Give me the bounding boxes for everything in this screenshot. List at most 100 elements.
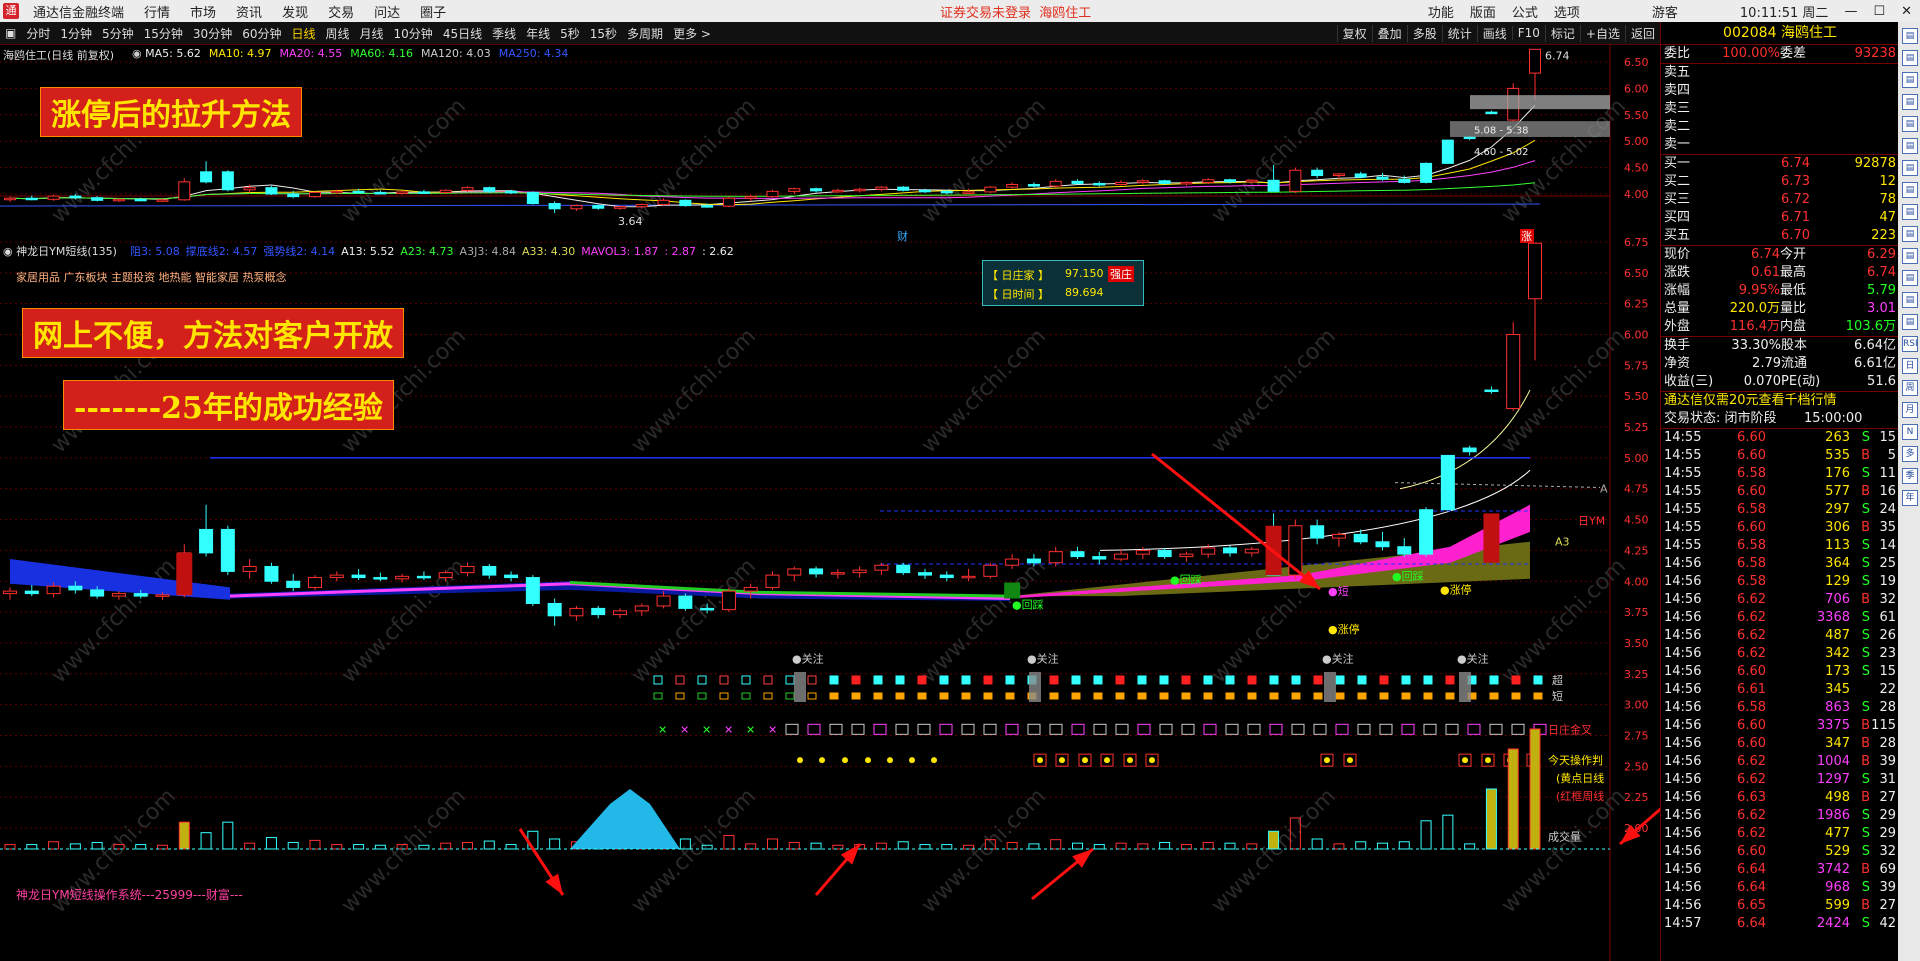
sidebar-tool-icon[interactable]: ▤ <box>1902 248 1918 264</box>
menu-item-jiaoyi[interactable]: 交易 <box>318 2 364 21</box>
period-tab[interactable]: 更多 > <box>668 25 716 42</box>
sidebar-tool-icon[interactable]: ▤ <box>1902 270 1918 286</box>
main-y-tick: 6.00 <box>1624 82 1649 95</box>
tool-button[interactable]: 画线 <box>1476 24 1512 42</box>
sidebar-tool-icon[interactable]: ▤ <box>1902 226 1918 242</box>
tick-side: S <box>1861 574 1870 589</box>
minimize-icon[interactable]: — <box>1836 4 1865 19</box>
ind-candle-body <box>90 589 105 597</box>
period-tab[interactable]: 年线 <box>521 25 555 42</box>
tool-button[interactable]: 标记 <box>1544 24 1580 42</box>
tool-button[interactable]: 统计 <box>1441 24 1477 42</box>
period-tab[interactable]: 1分钟 <box>55 25 97 42</box>
ind-candle-body <box>896 564 911 574</box>
sidebar-tool-icon[interactable]: ▤ <box>1902 94 1918 110</box>
menu-item-gongneng[interactable]: 功能 <box>1420 2 1462 21</box>
period-tab[interactable]: 45日线 <box>438 25 487 42</box>
tick-row: 14:56 6.62 1986 S 29 <box>1661 807 1899 825</box>
sidebar-tool-icon[interactable]: ▤ <box>1902 138 1918 154</box>
menu-item-xuanxiang[interactable]: 选项 <box>1546 2 1588 21</box>
signal-square-row2 <box>1115 692 1125 700</box>
sidebar-period-button[interactable]: 周 <box>1902 380 1918 396</box>
signal-box-row3 <box>1225 723 1239 735</box>
webi-row: 委比 100.00% 委差 93238 <box>1661 45 1899 63</box>
volume-bar <box>26 844 38 850</box>
sidebar-tool-icon[interactable]: ▤ <box>1902 160 1918 176</box>
tool-button[interactable]: +自选 <box>1579 24 1625 42</box>
sidebar-period-button[interactable]: 多 <box>1902 446 1918 462</box>
period-tab[interactable]: 分时 <box>21 25 55 42</box>
period-tab[interactable]: 30分钟 <box>188 25 237 42</box>
menu-item-shichang[interactable]: 市场 <box>180 2 226 21</box>
stat-value2: 6.61亿 <box>1854 356 1896 371</box>
login-notice[interactable]: 证券交易未登录 海鸥住工 <box>940 2 1091 21</box>
tool-button[interactable]: 多股 <box>1406 24 1442 42</box>
menu-item-banmian[interactable]: 版面 <box>1462 2 1504 21</box>
user-label[interactable]: 游客 <box>1644 2 1686 21</box>
tick-price: 6.62 <box>1737 628 1766 643</box>
menu-item-quanzi[interactable]: 圈子 <box>410 2 456 21</box>
toolbar-menu-icon[interactable]: ▣ <box>0 26 21 40</box>
sidebar-tool-icon[interactable]: ▤ <box>1902 28 1918 44</box>
tick-count: 32 <box>1879 844 1896 859</box>
ad-banner[interactable]: 通达信仅需20元查看千档行情 <box>1664 392 1896 410</box>
signal-square-row1 <box>1181 675 1191 685</box>
label-guanzhu: ●关注 <box>1322 652 1354 666</box>
tick-price: 6.60 <box>1737 484 1766 499</box>
sell-price <box>1724 82 1810 100</box>
menu-item-hangqing[interactable]: 行情 <box>134 2 180 21</box>
period-tab[interactable]: 季线 <box>487 25 521 42</box>
sidebar-tool-icon[interactable]: ▤ <box>1902 72 1918 88</box>
main-candle-body <box>831 189 844 193</box>
period-tab[interactable]: 10分钟 <box>389 25 438 42</box>
period-tab[interactable]: 周线 <box>321 25 355 42</box>
chart-canvas[interactable]: 6.506.005.505.004.504.006.756.506.256.00… <box>0 44 1660 961</box>
right-sidebar: ▤ ▤ ▤ ▤ ▤ ▤ ▤ ▤ ▤ ▤ ▤ ▤ ▤ ▤ RSI 日周月 N 多季年 <box>1898 22 1920 961</box>
tool-button[interactable]: 复权 <box>1336 24 1372 42</box>
quote-label: 涨跌 <box>1664 265 1691 280</box>
maximize-icon[interactable]: ☐ <box>1865 4 1893 19</box>
period-tab[interactable]: 5秒 <box>555 25 585 42</box>
signal-square-row2 <box>1379 692 1389 700</box>
sidebar-period-button[interactable]: N <box>1902 424 1918 440</box>
sidebar-period-button[interactable]: 年 <box>1902 490 1918 506</box>
tick-volume: 129 <box>1825 574 1850 589</box>
ma-settings-icon[interactable]: ◉ <box>132 47 145 60</box>
signal-square-row1 <box>983 675 993 685</box>
stat-row: 收益(三) 0.070 PE(动) 51.6 <box>1661 373 1899 391</box>
sidebar-period-button[interactable]: 月 <box>1902 402 1918 418</box>
tool-button[interactable]: 叠加 <box>1371 24 1407 42</box>
tick-side: S <box>1861 538 1870 553</box>
tool-button[interactable]: F10 <box>1511 26 1545 40</box>
sidebar-period-button[interactable]: 季 <box>1902 468 1918 484</box>
period-tab[interactable]: 60分钟 <box>237 25 286 42</box>
menu-item-gongshi[interactable]: 公式 <box>1504 2 1546 21</box>
menu-item-wenda[interactable]: 问达 <box>364 2 410 21</box>
period-tab[interactable]: 月线 <box>355 25 389 42</box>
sidebar-tool-icon[interactable]: ▤ <box>1902 204 1918 220</box>
tick-volume: 498 <box>1825 790 1850 805</box>
sidebar-tool-icon[interactable]: ▤ <box>1902 292 1918 308</box>
period-tab[interactable]: 5分钟 <box>97 25 139 42</box>
yellow-dot <box>887 757 893 764</box>
sidebar-tool-icon[interactable]: ▤ <box>1902 50 1918 66</box>
tick-time: 14:56 <box>1664 700 1702 715</box>
tick-row: 14:55 6.60 535 B 5 <box>1661 447 1899 465</box>
sidebar-tool-icon[interactable]: ▤ <box>1902 182 1918 198</box>
sidebar-tool-icon[interactable]: ▤ <box>1902 116 1918 132</box>
close-icon[interactable]: ✕ <box>1893 4 1920 19</box>
period-tab[interactable]: 15分钟 <box>139 25 188 42</box>
period-tab[interactable]: 15秒 <box>585 25 622 42</box>
tool-button[interactable]: 返回 <box>1624 24 1660 42</box>
ind-candle-body <box>395 575 410 580</box>
period-tab[interactable]: 日线 <box>286 25 320 42</box>
menu-item-zixun[interactable]: 资讯 <box>226 2 272 21</box>
period-tab[interactable]: 多周期 <box>622 25 668 42</box>
sidebar-tool-icon[interactable]: ▤ <box>1902 314 1918 330</box>
tick-price: 6.60 <box>1737 430 1766 445</box>
menu-item-faxian[interactable]: 发现 <box>272 2 318 21</box>
signal-box-row3 <box>1511 723 1525 735</box>
sidebar-period-button[interactable]: RSI <box>1902 336 1918 352</box>
sidebar-period-button[interactable]: 日 <box>1902 358 1918 374</box>
chart-area[interactable]: 6.50 6.00 5.50 5.00 4.50 4.00 6.75 6.50 6.25 6.00… <box>0 44 1660 961</box>
